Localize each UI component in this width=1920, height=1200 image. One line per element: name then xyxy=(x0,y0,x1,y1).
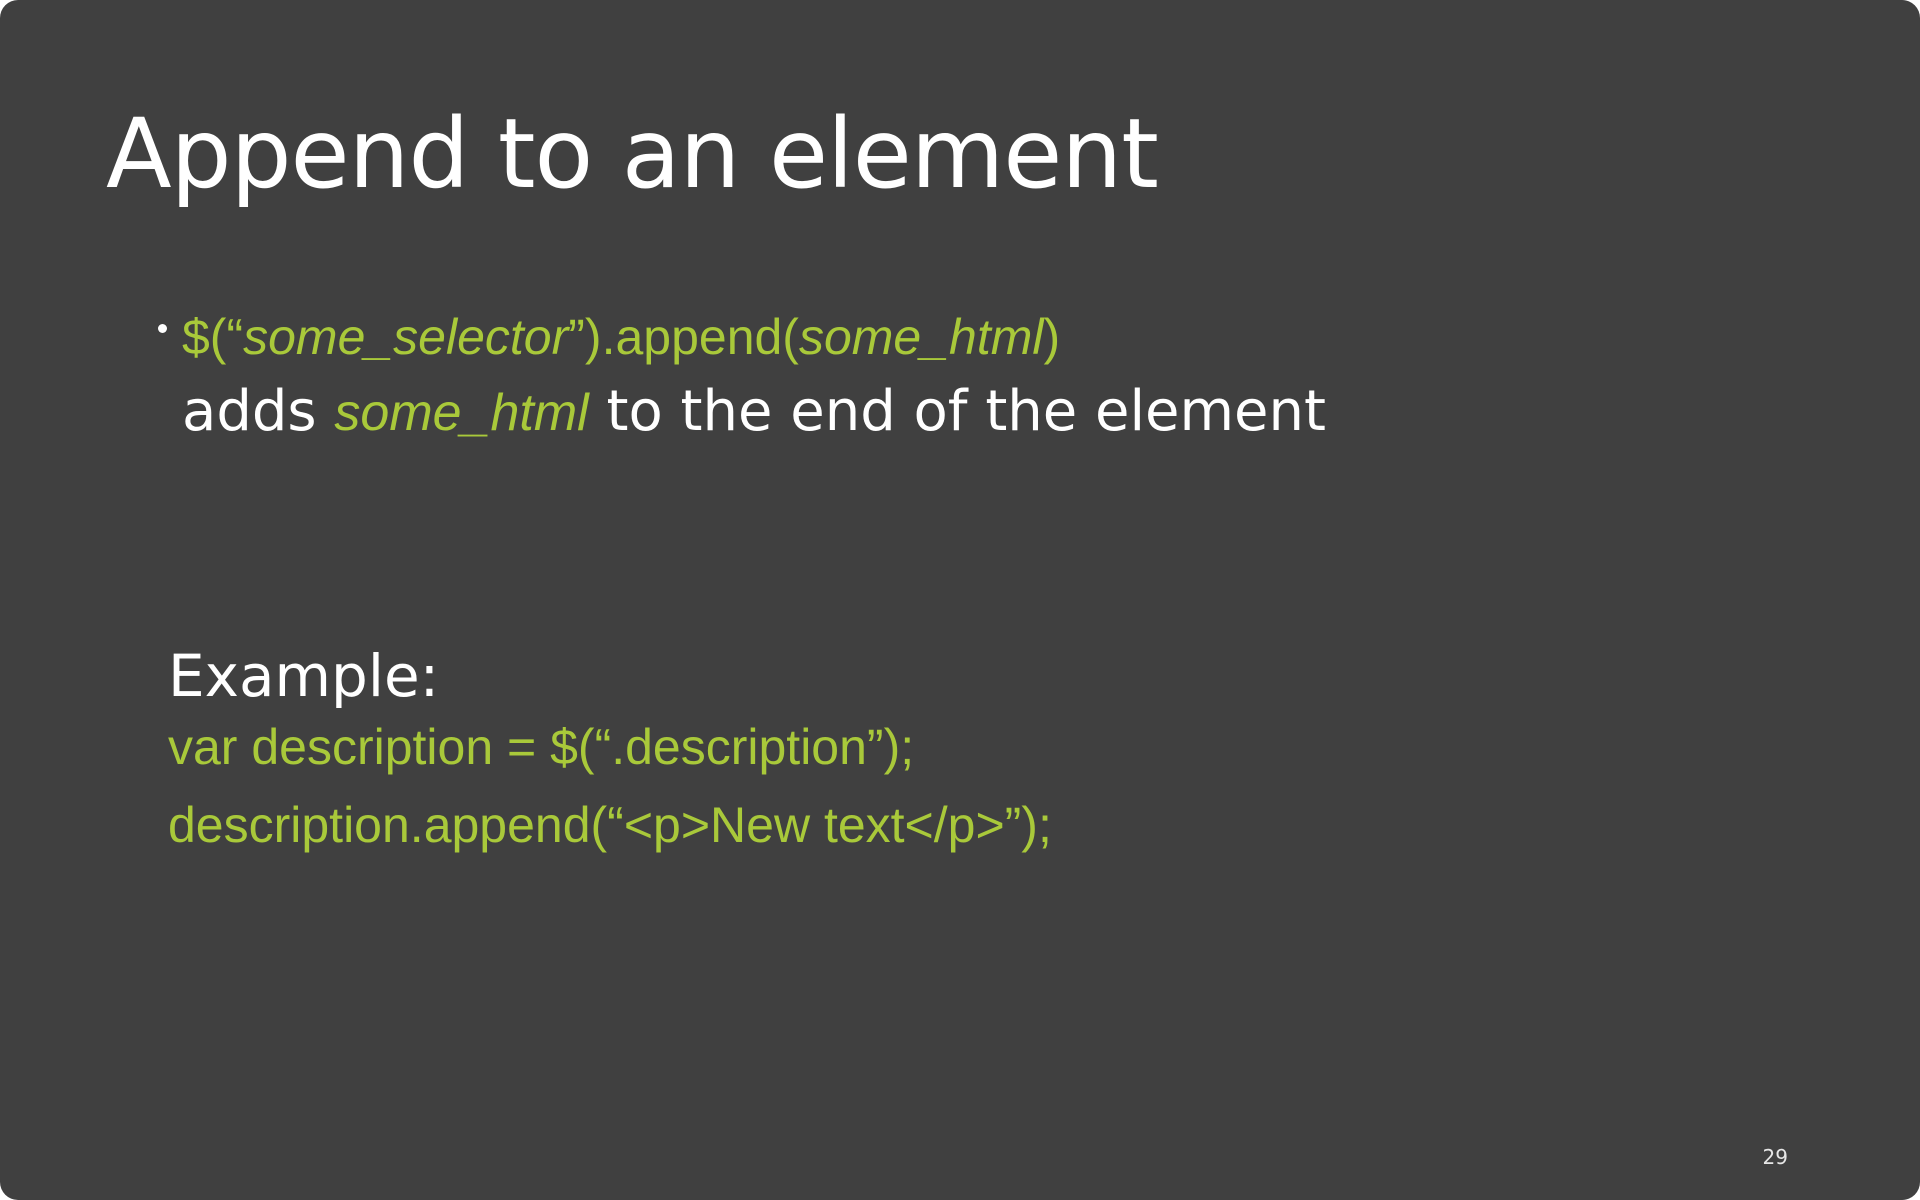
code-mid: ”).append( xyxy=(568,309,799,365)
code-arg-html: some_html xyxy=(798,309,1044,365)
example-code-line-2: description.append(“<p>New text</p>”); xyxy=(168,797,1052,853)
slide-title: Append to an element xyxy=(106,98,1159,210)
desc-prefix: adds xyxy=(182,379,317,444)
bullet-item: $(“some_selector”).append(some_html) add… xyxy=(158,302,1326,453)
bullet-description: adds some_html to the end of the element xyxy=(182,372,1326,453)
code-prefix: $(“ xyxy=(182,309,244,365)
bullet-dot-icon xyxy=(158,324,167,333)
code-suffix: ) xyxy=(1043,309,1061,365)
example-code-line-1: var description = $(“.description”); xyxy=(168,719,915,775)
page-number: 29 xyxy=(1762,1145,1788,1169)
desc-suffix: to the end of the element xyxy=(606,379,1326,444)
code-arg-selector: some_selector xyxy=(243,309,569,365)
slide: Append to an element $(“some_selector”).… xyxy=(0,0,1920,1200)
example-label: Example: xyxy=(168,642,440,710)
desc-inline-code: some_html xyxy=(334,384,589,442)
bullet-code-line: $(“some_selector”).append(some_html) xyxy=(182,302,1326,372)
